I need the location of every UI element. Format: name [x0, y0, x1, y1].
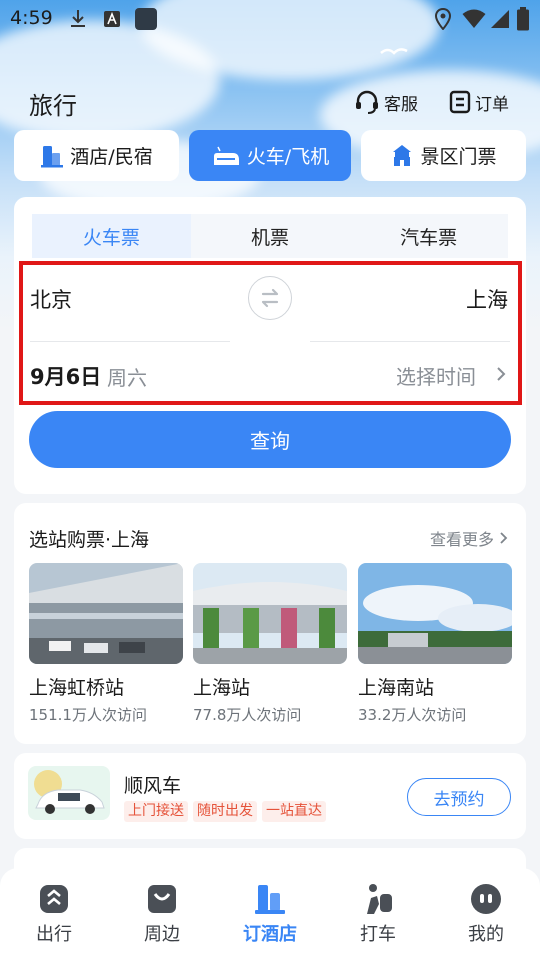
view-more-label: 查看更多: [430, 530, 495, 549]
bottom-navigation: 出行 周边 订酒店 打车 我的: [0, 868, 540, 960]
nav-label: 订酒店: [243, 924, 297, 945]
taxi-icon: [367, 884, 392, 914]
carpool-title: 顺风车: [124, 775, 182, 797]
customer-service-button[interactable]: 客服: [354, 89, 418, 115]
signal-icon: [491, 10, 509, 28]
carpool-tag: 上门接送: [124, 801, 188, 822]
font-app-icon: [104, 11, 120, 27]
carpool-tag: 随时出发: [193, 801, 257, 822]
location-icon: [434, 8, 452, 30]
app-square-icon: [135, 8, 157, 30]
nav-taxi[interactable]: 打车: [324, 868, 432, 960]
category-scenic-tickets[interactable]: 景区门票: [361, 130, 526, 181]
nav-label: 我的: [468, 924, 504, 945]
status-bar: 4:59: [0, 0, 540, 38]
chevron-right-icon: [500, 532, 508, 544]
station-photo-hongqiao[interactable]: [29, 563, 183, 664]
orders-icon: [449, 90, 471, 114]
nav-label: 周边: [144, 924, 180, 945]
profile-icon: [471, 884, 501, 914]
category-hotel[interactable]: 酒店/民宿: [14, 130, 179, 181]
category-train-flight[interactable]: 火车/飞机: [189, 130, 351, 181]
headset-icon: [356, 90, 378, 114]
station-name[interactable]: 上海站: [193, 673, 250, 700]
nav-profile[interactable]: 我的: [432, 868, 540, 960]
battery-icon: [517, 7, 529, 31]
nearby-icon: [148, 885, 176, 913]
book-carpool-button[interactable]: 去预约: [407, 778, 511, 816]
nav-nearby[interactable]: 周边: [108, 868, 216, 960]
orders-label: 订单: [475, 94, 509, 115]
tab-flight-ticket[interactable]: 机票: [190, 214, 350, 258]
carpool-car-image: [28, 766, 110, 820]
hotel-building-icon: [41, 145, 64, 167]
wifi-icon: [462, 9, 486, 28]
stations-section-title: 选站购票·上海: [29, 529, 150, 551]
station-visits: 33.2万人次访问: [358, 706, 467, 724]
station-photo-shanghai[interactable]: [193, 563, 347, 664]
customer-service-label: 客服: [384, 94, 418, 115]
selection-highlight-box: [19, 261, 522, 405]
nav-hotel[interactable]: 订酒店: [216, 868, 324, 960]
ticket-type-tabs: 火车票 机票 汽车票: [32, 214, 509, 258]
search-button[interactable]: 查询: [29, 411, 511, 468]
nav-travel[interactable]: 出行: [0, 868, 108, 960]
tab-train-ticket[interactable]: 火车票: [32, 214, 191, 258]
category-label: 景区门票: [420, 146, 497, 168]
view-more-link[interactable]: 查看更多: [430, 526, 509, 550]
status-time: 4:59: [10, 7, 53, 29]
nav-label: 出行: [36, 924, 72, 945]
station-visits: 151.1万人次访问: [29, 706, 147, 724]
hotel-icon: [255, 885, 285, 914]
nav-label: 打车: [360, 924, 396, 945]
station-name[interactable]: 上海南站: [358, 673, 434, 700]
category-label: 酒店/民宿: [70, 146, 153, 168]
pagoda-icon: [393, 144, 412, 166]
category-label: 火车/飞机: [246, 146, 330, 168]
page-title: 旅行: [29, 92, 77, 120]
station-name[interactable]: 上海虹桥站: [29, 673, 124, 700]
travel-icon: [40, 885, 68, 913]
train-icon: [213, 146, 239, 165]
station-visits: 77.8万人次访问: [193, 706, 302, 724]
bird-decoration: [380, 48, 408, 55]
station-photo-south[interactable]: [358, 563, 512, 664]
tab-bus-ticket[interactable]: 汽车票: [349, 214, 509, 258]
download-icon: [71, 10, 85, 27]
orders-button[interactable]: 订单: [449, 89, 509, 115]
carpool-tag: 一站直达: [262, 801, 326, 822]
